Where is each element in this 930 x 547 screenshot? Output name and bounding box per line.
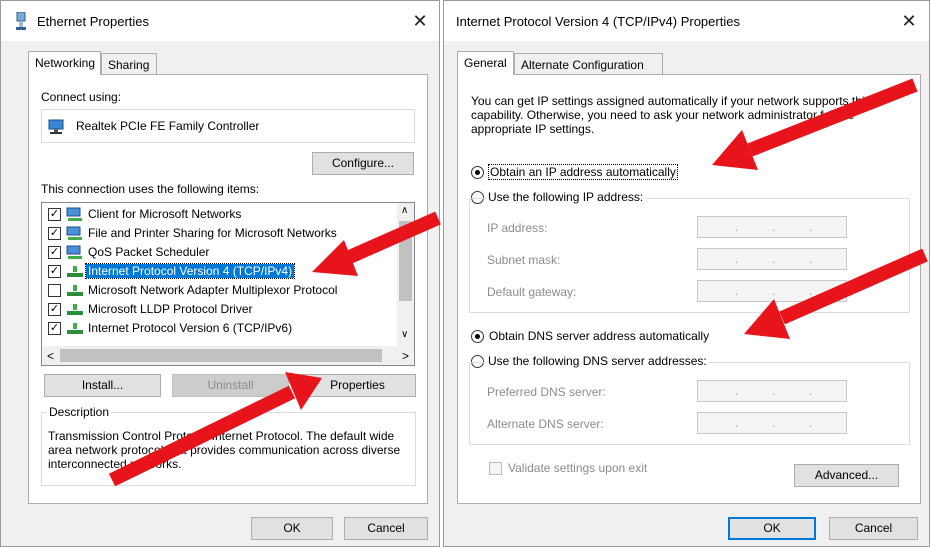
item-label: Internet Protocol Version 6 (TCP/IPv6) bbox=[88, 321, 293, 335]
preferred-dns-field: ... bbox=[697, 380, 847, 402]
network-protocol-icon bbox=[66, 302, 84, 317]
ethernet-properties-dialog: Ethernet Properties ✕ Networking Sharing… bbox=[0, 0, 440, 547]
item-checkbox[interactable]: ✓ bbox=[48, 246, 61, 259]
network-adapter-icon bbox=[15, 11, 27, 30]
default-gateway-label: Default gateway: bbox=[487, 285, 577, 299]
description-group: Description Transmission Control Protoco… bbox=[41, 405, 416, 486]
preferred-dns-label: Preferred DNS server: bbox=[487, 385, 606, 399]
horizontal-scroll-thumb[interactable] bbox=[60, 349, 382, 362]
network-protocol-icon bbox=[66, 283, 84, 298]
uninstall-button: Uninstall bbox=[172, 374, 289, 397]
validate-label: Validate settings upon exit bbox=[508, 461, 648, 475]
subnet-mask-label: Subnet mask: bbox=[487, 253, 561, 267]
item-checkbox[interactable] bbox=[48, 284, 61, 297]
right-dialog-title: Internet Protocol Version 4 (TCP/IPv4) P… bbox=[456, 14, 740, 29]
list-item[interactable]: ✓ QoS Packet Scheduler bbox=[42, 243, 392, 262]
network-service-icon bbox=[66, 226, 84, 241]
list-item[interactable]: ✓ File and Printer Sharing for Microsoft… bbox=[42, 224, 392, 243]
connect-using-label: Connect using: bbox=[41, 90, 122, 104]
list-item[interactable]: ✓ Microsoft LLDP Protocol Driver bbox=[42, 300, 392, 319]
ip-address-field: ... bbox=[697, 216, 847, 238]
right-titlebar: Internet Protocol Version 4 (TCP/IPv4) P… bbox=[444, 1, 929, 41]
manual-dns-label: Use the following DNS server addresses: bbox=[486, 354, 709, 368]
ipv4-properties-dialog: Internet Protocol Version 4 (TCP/IPv4) P… bbox=[443, 0, 930, 547]
right-close-icon[interactable]: ✕ bbox=[895, 9, 923, 33]
auto-ip-label: Obtain an IP address automatically bbox=[488, 164, 678, 180]
alternate-dns-field: ... bbox=[697, 412, 847, 434]
ip-address-label: IP address: bbox=[487, 221, 548, 235]
subnet-mask-field: ... bbox=[697, 248, 847, 270]
horizontal-scrollbar[interactable]: < > bbox=[42, 346, 414, 365]
scroll-left-icon[interactable]: < bbox=[47, 349, 54, 363]
list-item-selected[interactable]: ✓ Internet Protocol Version 4 (TCP/IPv4) bbox=[42, 262, 392, 281]
left-close-icon[interactable]: ✕ bbox=[406, 9, 434, 33]
network-service-icon bbox=[66, 245, 84, 260]
item-checkbox[interactable]: ✓ bbox=[48, 303, 61, 316]
item-checkbox[interactable]: ✓ bbox=[48, 227, 61, 240]
item-label: File and Printer Sharing for Microsoft N… bbox=[88, 226, 337, 240]
network-client-icon bbox=[66, 207, 84, 222]
auto-dns-label: Obtain DNS server address automatically bbox=[489, 329, 710, 343]
scroll-right-icon[interactable]: > bbox=[402, 349, 409, 363]
intro-text: You can get IP settings assigned automat… bbox=[471, 94, 871, 136]
list-item[interactable]: ✓ Client for Microsoft Networks bbox=[42, 205, 392, 224]
manual-ip-label: Use the following IP address: bbox=[486, 190, 646, 204]
vertical-scrollbar[interactable]: ∧ ∨ bbox=[397, 203, 414, 346]
description-legend: Description bbox=[47, 405, 112, 419]
tab-alternate-configuration[interactable]: Alternate Configuration bbox=[514, 53, 663, 75]
advanced-button[interactable]: Advanced... bbox=[794, 464, 899, 487]
items-label: This connection uses the following items… bbox=[41, 182, 260, 196]
auto-dns-radio[interactable] bbox=[471, 330, 484, 343]
tab-networking[interactable]: Networking bbox=[28, 51, 101, 75]
item-label: Internet Protocol Version 4 (TCP/IPv4) bbox=[84, 263, 296, 279]
adapter-icon bbox=[48, 118, 66, 136]
general-panel: You can get IP settings assigned automat… bbox=[457, 74, 921, 504]
components-list[interactable]: ✓ Client for Microsoft Networks ✓ File a… bbox=[41, 202, 415, 366]
list-item[interactable]: ✓ Internet Protocol Version 6 (TCP/IPv6) bbox=[42, 319, 392, 338]
scroll-up-icon[interactable]: ∧ bbox=[401, 205, 408, 216]
tab-sharing[interactable]: Sharing bbox=[101, 53, 157, 75]
description-text: Transmission Control Protocol/Internet P… bbox=[48, 429, 401, 471]
right-cancel-button[interactable]: Cancel bbox=[829, 517, 918, 540]
item-checkbox[interactable]: ✓ bbox=[48, 265, 61, 278]
manual-dns-group: Use the following DNS server addresses: … bbox=[469, 354, 910, 445]
left-ok-button[interactable]: OK bbox=[251, 517, 333, 540]
item-label: Microsoft Network Adapter Multiplexor Pr… bbox=[88, 283, 338, 297]
item-checkbox[interactable]: ✓ bbox=[48, 322, 61, 335]
adapter-field: Realtek PCIe FE Family Controller bbox=[41, 109, 415, 143]
item-label: QoS Packet Scheduler bbox=[88, 245, 210, 259]
item-checkbox[interactable]: ✓ bbox=[48, 208, 61, 221]
default-gateway-field: ... bbox=[697, 280, 847, 302]
configure-button[interactable]: Configure... bbox=[312, 152, 414, 175]
adapter-name: Realtek PCIe FE Family Controller bbox=[76, 119, 260, 133]
right-ok-button[interactable]: OK bbox=[728, 517, 816, 540]
networking-panel: Connect using: Realtek PCIe FE Family Co… bbox=[28, 74, 428, 504]
alternate-dns-label: Alternate DNS server: bbox=[487, 417, 604, 431]
properties-button[interactable]: Properties bbox=[299, 374, 416, 397]
item-label: Microsoft LLDP Protocol Driver bbox=[88, 302, 253, 316]
item-label: Client for Microsoft Networks bbox=[88, 207, 242, 221]
vertical-scroll-thumb[interactable] bbox=[399, 221, 412, 301]
network-protocol-icon bbox=[66, 321, 84, 336]
validate-checkbox bbox=[489, 462, 502, 475]
install-button[interactable]: Install... bbox=[44, 374, 161, 397]
left-titlebar: Ethernet Properties ✕ bbox=[1, 1, 439, 41]
list-item[interactable]: Microsoft Network Adapter Multiplexor Pr… bbox=[42, 281, 392, 300]
manual-ip-group: Use the following IP address: IP address… bbox=[469, 190, 910, 313]
tab-general[interactable]: General bbox=[457, 51, 514, 75]
scroll-down-icon[interactable]: ∨ bbox=[401, 329, 408, 340]
auto-ip-radio[interactable] bbox=[471, 166, 484, 179]
left-cancel-button[interactable]: Cancel bbox=[344, 517, 428, 540]
left-dialog-title: Ethernet Properties bbox=[37, 14, 150, 29]
network-protocol-icon bbox=[66, 264, 84, 279]
